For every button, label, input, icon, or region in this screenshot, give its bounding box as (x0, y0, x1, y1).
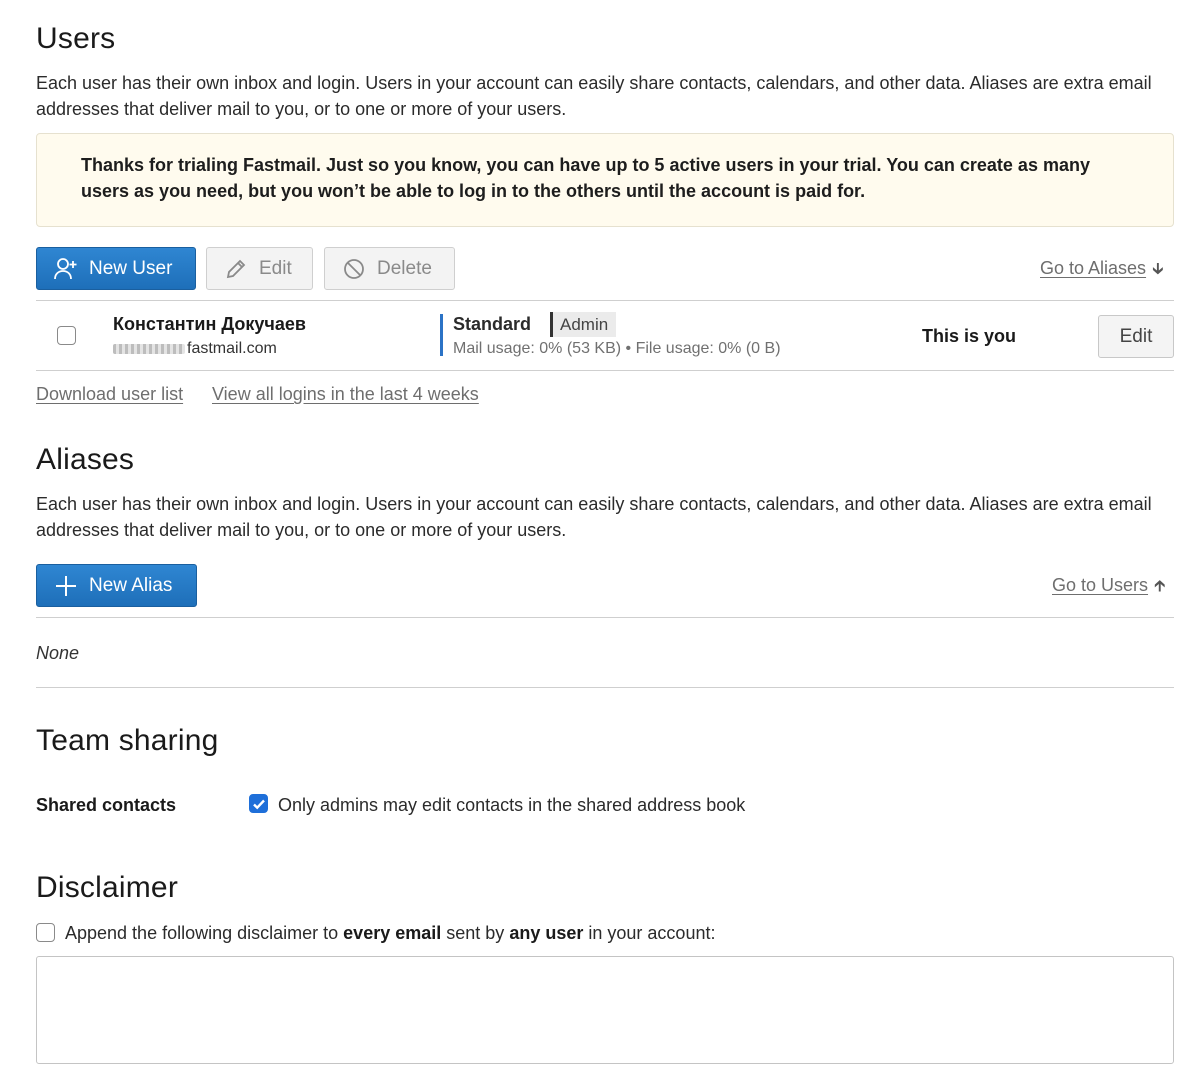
user-usage: Mail usage: 0% (53 KB) • File usage: 0% … (453, 340, 781, 357)
arrow-up-icon: 🡱 (1154, 578, 1166, 595)
user-email-domain: fastmail.com (187, 340, 277, 357)
aliases-top-divider (36, 617, 1174, 618)
checkmark-icon (252, 799, 265, 809)
current-user-label: This is you (922, 326, 1017, 346)
edit-label: Edit (259, 257, 292, 279)
disclaimer-text-suffix: in your account: (588, 923, 716, 943)
user-email: fastmail.com (113, 340, 277, 358)
user-plan: Standard (453, 314, 532, 334)
users-description: Each user has their own inbox and login.… (36, 73, 1152, 119)
shared-contacts-label: Shared contacts (36, 795, 177, 815)
new-user-button[interactable]: New User (36, 247, 196, 290)
disclaimer-text-mid: sent by (446, 923, 505, 943)
aliases-empty-text: None (36, 643, 80, 663)
users-heading: Users (36, 22, 116, 55)
new-alias-label: New Alias (89, 574, 173, 596)
disclaimer-heading: Disclaimer (36, 871, 179, 904)
aliases-description: Each user has their own inbox and login.… (36, 494, 1152, 540)
trial-notice-text: Thanks for trialing Fastmail. Just so yo… (81, 155, 1090, 201)
append-disclaimer-label: Append the following disclaimer to every… (65, 923, 715, 944)
user-name: Константин Докучаев (113, 314, 306, 334)
edit-button[interactable]: Edit (206, 247, 313, 290)
delete-button[interactable]: Delete (324, 247, 455, 290)
delete-label: Delete (377, 257, 432, 279)
trial-notice: Thanks for trialing Fastmail. Just so yo… (36, 133, 1174, 227)
users-table-top-divider (36, 300, 1174, 301)
users-table-bottom-divider (36, 370, 1174, 371)
row-edit-button[interactable]: Edit (1098, 315, 1174, 358)
view-logins-link[interactable]: View all logins in the last 4 weeks (212, 384, 479, 405)
disclaimer-text-prefix: Append the following disclaimer to (65, 923, 339, 943)
aliases-heading: Aliases (36, 443, 135, 476)
new-user-label: New User (89, 257, 173, 279)
disclaimer-textarea[interactable] (36, 956, 1174, 1064)
pencil-icon (223, 256, 249, 282)
go-to-aliases-label: Go to Aliases (1040, 258, 1147, 278)
add-user-icon (53, 256, 79, 282)
append-disclaimer-checkbox[interactable] (36, 923, 55, 942)
admin-badge: Admin (550, 312, 617, 337)
redacted-email-part (113, 343, 185, 354)
go-to-users-link[interactable]: Go to Users 🡱 (1052, 575, 1166, 602)
user-row-checkbox[interactable] (57, 326, 76, 345)
team-sharing-heading: Team sharing (36, 724, 219, 757)
go-to-aliases-link[interactable]: Go to Aliases 🡳 (1040, 258, 1164, 285)
download-user-list-link[interactable]: Download user list (36, 384, 183, 405)
prohibit-icon (341, 256, 367, 282)
disclaimer-bold-every-email: every email (343, 923, 442, 943)
plus-icon (53, 573, 79, 599)
only-admins-label: Only admins may edit contacts in the sha… (278, 795, 746, 815)
disclaimer-bold-any-user: any user (509, 923, 584, 943)
plan-accent-bar (440, 314, 443, 356)
go-to-users-label: Go to Users (1052, 575, 1149, 595)
only-admins-checkbox[interactable] (249, 794, 268, 813)
arrow-down-icon: 🡳 (1152, 261, 1164, 278)
aliases-bottom-divider (36, 687, 1174, 688)
new-alias-button[interactable]: New Alias (36, 564, 197, 607)
